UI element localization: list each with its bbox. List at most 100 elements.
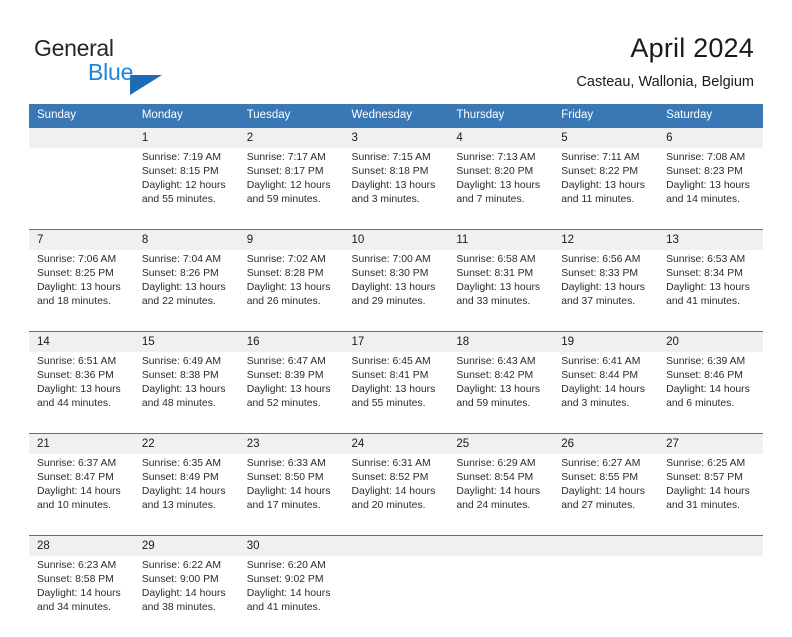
sunset-text: Sunset: 8:22 PM	[561, 165, 652, 179]
calendar-table: Sunday Monday Tuesday Wednesday Thursday…	[29, 104, 763, 637]
day-number[interactable]: 1	[134, 128, 239, 149]
weekday-header-saturday: Saturday	[658, 104, 763, 128]
day-cell[interactable]: Sunrise: 7:17 AM Sunset: 8:17 PM Dayligh…	[239, 148, 344, 230]
week-detail-row: Sunrise: 7:06 AM Sunset: 8:25 PM Dayligh…	[29, 250, 763, 332]
day-number[interactable]: 21	[29, 434, 134, 455]
day-number[interactable]: 20	[658, 332, 763, 353]
day-number[interactable]: 19	[553, 332, 658, 353]
day-cell[interactable]	[658, 556, 763, 637]
day-number[interactable]: 4	[448, 128, 553, 149]
day-cell[interactable]: Sunrise: 7:08 AM Sunset: 8:23 PM Dayligh…	[658, 148, 763, 230]
day-number[interactable]: 5	[553, 128, 658, 149]
day-cell[interactable]: Sunrise: 7:13 AM Sunset: 8:20 PM Dayligh…	[448, 148, 553, 230]
day-cell[interactable]	[344, 556, 449, 637]
day-cell[interactable]: Sunrise: 7:00 AM Sunset: 8:30 PM Dayligh…	[344, 250, 449, 332]
day-cell[interactable]: Sunrise: 6:53 AM Sunset: 8:34 PM Dayligh…	[658, 250, 763, 332]
day-cell[interactable]	[448, 556, 553, 637]
day-number[interactable]: 24	[344, 434, 449, 455]
day-number[interactable]: 23	[239, 434, 344, 455]
daylight-text-line2: and 10 minutes.	[37, 499, 128, 513]
day-number[interactable]	[658, 536, 763, 557]
brand-name-top: General	[34, 36, 114, 61]
day-number[interactable]	[344, 536, 449, 557]
daylight-text-line1: Daylight: 14 hours	[666, 383, 757, 397]
daylight-text-line1: Daylight: 13 hours	[247, 281, 338, 295]
day-number[interactable]: 8	[134, 230, 239, 251]
brand-logo[interactable]: General Blue	[34, 36, 264, 88]
day-cell[interactable]: Sunrise: 7:11 AM Sunset: 8:22 PM Dayligh…	[553, 148, 658, 230]
day-number[interactable]: 6	[658, 128, 763, 149]
day-cell[interactable]: Sunrise: 6:47 AM Sunset: 8:39 PM Dayligh…	[239, 352, 344, 434]
week-detail-row: Sunrise: 7:19 AM Sunset: 8:15 PM Dayligh…	[29, 148, 763, 230]
day-number[interactable]: 14	[29, 332, 134, 353]
day-cell[interactable]	[553, 556, 658, 637]
day-cell[interactable]: Sunrise: 6:20 AM Sunset: 9:02 PM Dayligh…	[239, 556, 344, 637]
day-cell[interactable]: Sunrise: 6:37 AM Sunset: 8:47 PM Dayligh…	[29, 454, 134, 536]
daylight-text-line2: and 59 minutes.	[247, 193, 338, 207]
day-cell[interactable]: Sunrise: 6:49 AM Sunset: 8:38 PM Dayligh…	[134, 352, 239, 434]
day-cell[interactable]: Sunrise: 7:15 AM Sunset: 8:18 PM Dayligh…	[344, 148, 449, 230]
weekday-header-sunday: Sunday	[29, 104, 134, 128]
day-cell[interactable]: Sunrise: 6:23 AM Sunset: 8:58 PM Dayligh…	[29, 556, 134, 637]
day-cell[interactable]: Sunrise: 6:41 AM Sunset: 8:44 PM Dayligh…	[553, 352, 658, 434]
day-cell[interactable]: Sunrise: 6:29 AM Sunset: 8:54 PM Dayligh…	[448, 454, 553, 536]
sunset-text: Sunset: 8:41 PM	[352, 369, 443, 383]
sunrise-text: Sunrise: 7:13 AM	[456, 151, 547, 165]
daylight-text-line1: Daylight: 13 hours	[37, 281, 128, 295]
triangle-icon	[130, 75, 162, 95]
day-number[interactable]: 30	[239, 536, 344, 557]
day-number[interactable]: 9	[239, 230, 344, 251]
day-cell[interactable]: Sunrise: 6:43 AM Sunset: 8:42 PM Dayligh…	[448, 352, 553, 434]
day-number[interactable]: 11	[448, 230, 553, 251]
day-cell[interactable]: Sunrise: 7:04 AM Sunset: 8:26 PM Dayligh…	[134, 250, 239, 332]
day-number[interactable]: 15	[134, 332, 239, 353]
day-cell[interactable]: Sunrise: 7:02 AM Sunset: 8:28 PM Dayligh…	[239, 250, 344, 332]
title-block: April 2024 Casteau, Wallonia, Belgium	[576, 32, 754, 92]
day-number[interactable]: 22	[134, 434, 239, 455]
daylight-text-line2: and 6 minutes.	[666, 397, 757, 411]
day-cell[interactable]: Sunrise: 6:39 AM Sunset: 8:46 PM Dayligh…	[658, 352, 763, 434]
day-number[interactable]: 26	[553, 434, 658, 455]
day-number[interactable]: 16	[239, 332, 344, 353]
day-number[interactable]: 12	[553, 230, 658, 251]
day-number[interactable]: 10	[344, 230, 449, 251]
day-number[interactable]: 28	[29, 536, 134, 557]
day-number[interactable]: 3	[344, 128, 449, 149]
week-number-row: 14 15 16 17 18 19 20	[29, 332, 763, 353]
day-number[interactable]: 27	[658, 434, 763, 455]
week-detail-row: Sunrise: 6:51 AM Sunset: 8:36 PM Dayligh…	[29, 352, 763, 434]
day-cell[interactable]	[29, 148, 134, 230]
day-number[interactable]	[29, 128, 134, 149]
day-number[interactable]: 29	[134, 536, 239, 557]
day-number[interactable]: 25	[448, 434, 553, 455]
sunrise-text: Sunrise: 6:49 AM	[142, 355, 233, 369]
day-number[interactable]	[553, 536, 658, 557]
weekday-header-monday: Monday	[134, 104, 239, 128]
day-number[interactable]: 17	[344, 332, 449, 353]
sunrise-text: Sunrise: 6:33 AM	[247, 457, 338, 471]
sunset-text: Sunset: 8:31 PM	[456, 267, 547, 281]
day-cell[interactable]: Sunrise: 6:22 AM Sunset: 9:00 PM Dayligh…	[134, 556, 239, 637]
daylight-text-line1: Daylight: 13 hours	[142, 281, 233, 295]
day-cell[interactable]: Sunrise: 6:58 AM Sunset: 8:31 PM Dayligh…	[448, 250, 553, 332]
day-cell[interactable]: Sunrise: 6:27 AM Sunset: 8:55 PM Dayligh…	[553, 454, 658, 536]
day-cell[interactable]: Sunrise: 6:51 AM Sunset: 8:36 PM Dayligh…	[29, 352, 134, 434]
day-cell[interactable]: Sunrise: 6:56 AM Sunset: 8:33 PM Dayligh…	[553, 250, 658, 332]
day-cell[interactable]: Sunrise: 7:06 AM Sunset: 8:25 PM Dayligh…	[29, 250, 134, 332]
day-cell[interactable]: Sunrise: 7:19 AM Sunset: 8:15 PM Dayligh…	[134, 148, 239, 230]
sunset-text: Sunset: 8:49 PM	[142, 471, 233, 485]
day-number[interactable]	[448, 536, 553, 557]
daylight-text-line2: and 55 minutes.	[142, 193, 233, 207]
day-cell[interactable]: Sunrise: 6:25 AM Sunset: 8:57 PM Dayligh…	[658, 454, 763, 536]
sunset-text: Sunset: 8:46 PM	[666, 369, 757, 383]
day-number[interactable]: 18	[448, 332, 553, 353]
day-number[interactable]: 7	[29, 230, 134, 251]
day-number[interactable]: 13	[658, 230, 763, 251]
day-cell[interactable]: Sunrise: 6:31 AM Sunset: 8:52 PM Dayligh…	[344, 454, 449, 536]
day-cell[interactable]: Sunrise: 6:45 AM Sunset: 8:41 PM Dayligh…	[344, 352, 449, 434]
day-cell[interactable]: Sunrise: 6:35 AM Sunset: 8:49 PM Dayligh…	[134, 454, 239, 536]
sunrise-text: Sunrise: 7:06 AM	[37, 253, 128, 267]
sunset-text: Sunset: 8:26 PM	[142, 267, 233, 281]
day-cell[interactable]: Sunrise: 6:33 AM Sunset: 8:50 PM Dayligh…	[239, 454, 344, 536]
day-number[interactable]: 2	[239, 128, 344, 149]
